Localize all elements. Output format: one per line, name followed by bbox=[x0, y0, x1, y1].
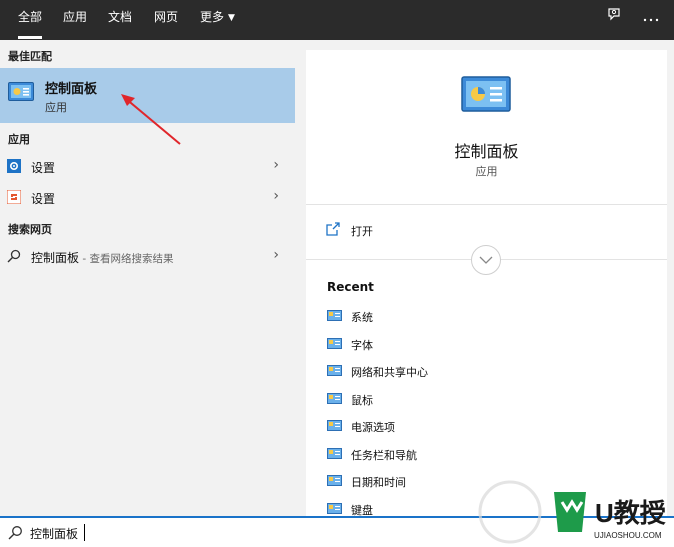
feedback-icon[interactable] bbox=[599, 0, 629, 36]
web-search-result[interactable]: 控制面板 - 查看网络搜索结果 › bbox=[0, 242, 295, 272]
tab-web[interactable]: 网页 bbox=[154, 0, 178, 36]
recent-item-label: 鼠标 bbox=[351, 393, 373, 407]
expand-button[interactable] bbox=[471, 245, 501, 275]
tab-documents[interactable]: 文档 bbox=[108, 0, 132, 36]
tab-more-label: 更多 bbox=[200, 10, 225, 24]
settings-orange-icon bbox=[6, 189, 22, 207]
recent-item-label: 电源选项 bbox=[351, 421, 395, 434]
apps-header: 应用 bbox=[8, 133, 30, 146]
recent-item-label: 日期和时间 bbox=[351, 476, 406, 489]
list-item-settings-1[interactable]: 设置 › bbox=[0, 152, 295, 182]
tab-apps[interactable]: 应用 bbox=[63, 0, 87, 36]
recent-item-label: 任务栏和导航 bbox=[351, 448, 417, 462]
control-panel-small-icon bbox=[327, 475, 342, 489]
control-panel-large-icon bbox=[461, 76, 511, 117]
watermark-text: U教授 bbox=[595, 498, 667, 528]
tab-all[interactable]: 全部 bbox=[18, 0, 43, 39]
list-item-label: 设置 bbox=[31, 161, 56, 175]
list-item-label: 设置 bbox=[31, 192, 56, 206]
open-label: 打开 bbox=[351, 225, 373, 238]
open-icon bbox=[326, 222, 340, 239]
web-search-suffix: - 查看网络搜索结果 bbox=[79, 253, 174, 265]
search-input[interactable] bbox=[30, 523, 430, 543]
preview-title: 控制面板 bbox=[454, 142, 519, 161]
recent-item-label: 网络和共享中心 bbox=[351, 366, 428, 379]
search-icon bbox=[8, 525, 23, 543]
web-search-header: 搜索网页 bbox=[8, 223, 52, 236]
chevron-right-icon[interactable]: › bbox=[273, 157, 279, 173]
best-match-subtitle: 应用 bbox=[45, 101, 67, 114]
control-panel-icon bbox=[8, 82, 34, 105]
control-panel-small-icon bbox=[327, 310, 342, 324]
chevron-down-icon bbox=[479, 256, 493, 264]
watermark-url: UJIAOSHOU.COM bbox=[594, 531, 662, 540]
results-list: 最佳匹配 控制面板 应用 应用 设置 › 设置 › 搜索网页 控制面板 - 查看… bbox=[0, 40, 296, 516]
chevron-right-icon[interactable]: › bbox=[273, 247, 279, 263]
text-caret bbox=[84, 524, 85, 541]
web-search-label: 控制面板 - 查看网络搜索结果 bbox=[31, 249, 173, 266]
control-panel-small-icon bbox=[327, 420, 342, 434]
watermark-logo: U教授 UJIAOSHOU.COM bbox=[478, 480, 667, 544]
red-annotation-arrow bbox=[121, 94, 181, 145]
list-item-settings-2[interactable]: 设置 › bbox=[0, 183, 295, 213]
more-options-icon[interactable] bbox=[636, 0, 666, 36]
control-panel-small-icon bbox=[327, 502, 342, 517]
preview-subtitle: 应用 bbox=[475, 165, 498, 178]
tab-more[interactable]: 更多 ▼ bbox=[200, 0, 235, 36]
web-search-term: 控制面板 bbox=[31, 251, 80, 265]
search-icon bbox=[7, 249, 21, 266]
best-match-title: 控制面板 bbox=[45, 82, 98, 97]
recent-item-label: 系统 bbox=[351, 311, 373, 324]
control-panel-small-icon bbox=[327, 337, 342, 352]
control-panel-small-icon bbox=[327, 392, 342, 407]
recent-header: Recent bbox=[327, 280, 374, 294]
control-panel-small-icon bbox=[327, 365, 342, 379]
search-filter-bar: 全部 应用 文档 网页 更多 ▼ bbox=[0, 0, 674, 40]
preview-panel: 控制面板 应用 打开 Recent 系统字体网络和共享中心 鼠标电源选项任务栏和导… bbox=[306, 50, 667, 517]
chevron-right-icon[interactable]: › bbox=[273, 188, 279, 204]
settings-blue-icon bbox=[7, 159, 21, 176]
control-panel-small-icon bbox=[327, 447, 342, 462]
chevron-down-icon: ▼ bbox=[228, 13, 235, 23]
best-match-header: 最佳匹配 bbox=[8, 50, 52, 63]
divider bbox=[306, 204, 667, 205]
recent-item-label: 字体 bbox=[351, 338, 373, 352]
